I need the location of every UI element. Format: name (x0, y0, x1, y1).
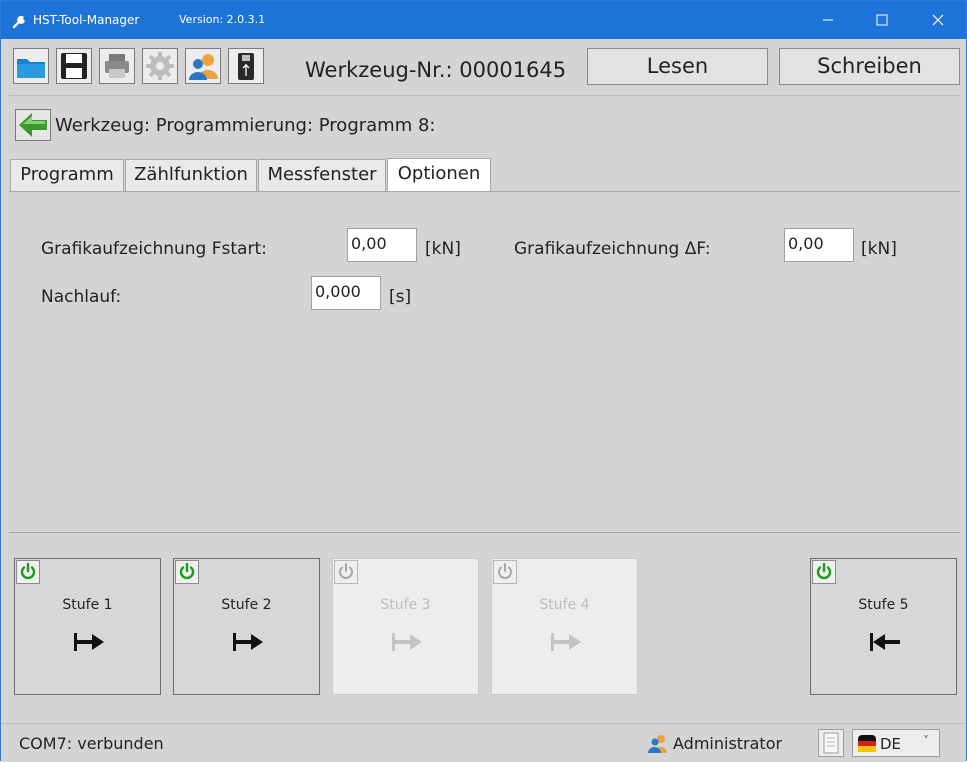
arrow-right-bar-icon (392, 633, 422, 651)
back-arrow-icon (19, 113, 47, 137)
save-file-button[interactable] (56, 48, 92, 84)
fstart-label: Grafikaufzeichnung Fstart: (41, 239, 267, 259)
tab-messfenster[interactable]: Messfenster (258, 159, 386, 191)
delta-f-unit: [kN] (861, 239, 897, 259)
power-icon (816, 562, 832, 580)
nachlauf-label: Nachlauf: (41, 287, 122, 307)
stage-power-toggle[interactable] (16, 560, 40, 584)
stage-tile-4[interactable]: Stufe 4 (491, 558, 638, 695)
power-icon (498, 563, 512, 579)
status-bar: COM7: verbunden Administrator DE ˅ (1, 723, 966, 762)
current-user: Administrator (673, 734, 783, 753)
version-label: Version: 2.0.3.1 (179, 13, 266, 26)
nachlauf-unit: [s] (389, 287, 412, 307)
close-button[interactable] (915, 1, 961, 39)
minimize-button[interactable] (805, 1, 851, 39)
tab-optionen[interactable]: Optionen (387, 158, 491, 192)
wrench-icon (12, 16, 25, 29)
settings-button[interactable] (142, 48, 178, 84)
german-flag-icon (858, 735, 876, 752)
connection-status: COM7: verbunden (19, 734, 164, 753)
tab-zaehlfunktion[interactable]: Zählfunktion (125, 159, 257, 191)
chevron-down-icon: ˅ (923, 734, 929, 748)
arrow-right-bar-icon (233, 633, 263, 651)
back-button[interactable] (15, 109, 51, 141)
settings-icon (146, 52, 174, 80)
power-icon (179, 562, 195, 580)
stage-power-toggle[interactable] (175, 560, 199, 584)
fstart-input[interactable]: 0,00 (347, 228, 417, 262)
tool-number-label: Werkzeug-Nr.: 00001645 (305, 58, 567, 82)
breadcrumb: Werkzeug: Programmierung: Programm 8: (55, 115, 436, 136)
usb-button[interactable] (228, 48, 264, 84)
usb-icon (238, 53, 254, 80)
language-value: DE (880, 735, 902, 753)
folder-icon (17, 59, 45, 78)
window-title: HST-Tool-Manager (33, 13, 140, 27)
stage-power-toggle[interactable] (812, 560, 836, 584)
power-icon (339, 563, 353, 579)
stage-label: Stufe 4 (539, 597, 590, 613)
stage-label: Stufe 5 (858, 597, 909, 613)
stage-power-toggle[interactable] (334, 560, 358, 584)
save-icon (61, 53, 87, 79)
stage-power-toggle[interactable] (493, 560, 517, 584)
open-file-button[interactable] (13, 48, 49, 84)
app-window: HST-Tool-Manager Version: 2.0.3.1 Werkze… (0, 0, 967, 762)
title-bar: HST-Tool-Manager Version: 2.0.3.1 (1, 1, 966, 39)
user-management-button[interactable] (185, 48, 221, 84)
print-icon (105, 54, 129, 78)
stage-tile-2[interactable]: Stufe 2 (173, 558, 320, 695)
log-button[interactable] (818, 729, 844, 757)
read-button[interactable]: Lesen (587, 48, 768, 85)
minimize-icon (823, 19, 833, 21)
arrow-left-bar-icon (870, 633, 900, 651)
user-icon (189, 54, 218, 80)
stage-label: Stufe 2 (221, 597, 272, 613)
arrow-right-bar-icon (74, 633, 104, 651)
print-button[interactable] (99, 48, 135, 84)
stage-label: Stufe 3 (380, 597, 431, 613)
delta-f-label: Grafikaufzeichnung ΔF: (514, 239, 711, 259)
fstart-unit: [kN] (425, 239, 461, 259)
nachlauf-input[interactable]: 0,000 (311, 276, 381, 310)
toolbar-divider (9, 95, 960, 96)
delta-f-input[interactable]: 0,00 (784, 228, 854, 262)
stage-label: Stufe 1 (62, 597, 113, 613)
tab-programm[interactable]: Programm (10, 159, 124, 191)
maximize-button[interactable] (859, 1, 905, 39)
language-select[interactable]: DE ˅ (852, 729, 940, 757)
write-button[interactable]: Schreiben (779, 48, 960, 85)
stage-tile-1[interactable]: Stufe 1 (14, 558, 161, 695)
close-icon (932, 14, 944, 26)
options-panel: Grafikaufzeichnung Fstart: 0,00 [kN] Gra… (9, 191, 960, 533)
arrow-right-bar-icon (551, 633, 581, 651)
stage-tile-3[interactable]: Stufe 3 (332, 558, 479, 695)
power-icon (20, 562, 36, 580)
user-icon (648, 735, 667, 753)
document-icon (823, 732, 839, 754)
stage-tile-5[interactable]: Stufe 5 (810, 558, 957, 695)
maximize-icon (876, 14, 888, 26)
